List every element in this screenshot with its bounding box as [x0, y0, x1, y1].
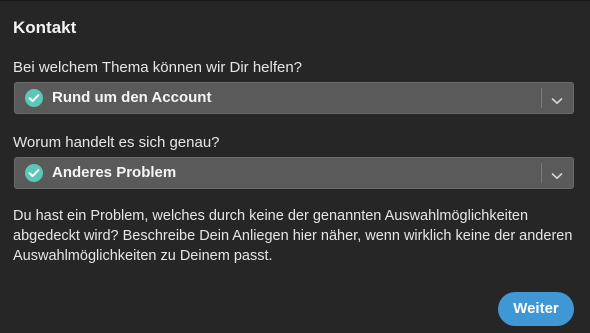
topic-select-value: Rund um den Account	[52, 89, 212, 106]
check-circle-icon	[25, 164, 43, 182]
chevron-down-icon[interactable]	[551, 93, 563, 104]
detail-select[interactable]: Anderes Problem	[14, 157, 574, 189]
page-title: Kontakt	[13, 18, 77, 37]
contact-panel: Kontakt Bei welchem Thema können wir Dir…	[0, 0, 590, 333]
detail-select-value: Anderes Problem	[52, 164, 177, 181]
select-divider	[541, 88, 542, 108]
detail-question-label: Worum handelt es sich genau?	[13, 134, 220, 151]
topic-select[interactable]: Rund um den Account	[14, 82, 574, 114]
check-circle-icon	[25, 89, 43, 107]
topic-question-label: Bei welchem Thema können wir Dir helfen?	[13, 59, 303, 76]
chevron-down-icon[interactable]	[551, 168, 563, 179]
next-button[interactable]: Weiter	[498, 292, 574, 326]
select-divider	[541, 163, 542, 183]
description-text: Du hast ein Problem, welches durch keine…	[13, 208, 573, 264]
